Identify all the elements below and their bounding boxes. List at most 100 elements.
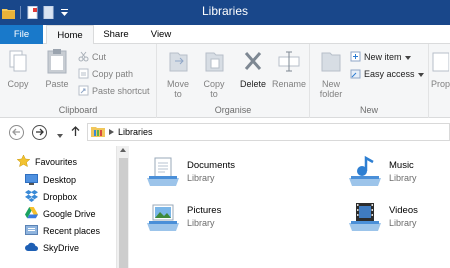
up-button[interactable]	[71, 126, 80, 139]
nav-google-drive-label: Google Drive	[43, 209, 96, 219]
nav-favourites[interactable]: Favourites	[16, 154, 78, 170]
star-icon	[16, 154, 31, 169]
clipboard-group: Copy Paste Cut Copy path Paste shortcut	[0, 44, 157, 118]
back-button[interactable]	[9, 125, 24, 140]
library-music-name: Music	[389, 160, 414, 171]
tab-share[interactable]: Share	[97, 25, 135, 44]
nav-favourites-label: Favourites	[35, 157, 78, 167]
new-group: New folder New item Easy access New	[310, 44, 429, 118]
nav-item-desktop[interactable]: Desktop	[25, 172, 76, 188]
rename-icon	[272, 47, 306, 77]
tab-home[interactable]: Home	[46, 25, 94, 45]
tab-file[interactable]: File	[0, 25, 43, 44]
desktop-icon	[25, 173, 38, 187]
organise-group: Move to Copy to Delete Rename Organise	[157, 44, 310, 118]
new-folder-big-icon	[316, 47, 346, 77]
new-folder-button[interactable]: New folder	[316, 47, 346, 99]
library-documents-text: Documents Library	[187, 159, 235, 185]
forward-button[interactable]	[32, 125, 47, 140]
title-bar: Libraries	[0, 0, 450, 25]
new-item-button[interactable]: New item	[350, 49, 411, 65]
dropbox-icon	[25, 190, 38, 204]
copy-button[interactable]: Copy	[6, 47, 30, 89]
library-pictures[interactable]: Pictures Library	[145, 199, 221, 235]
rename-button[interactable]: Rename	[272, 47, 306, 89]
clipboard-icon	[43, 47, 71, 77]
new-folder-label: New folder	[319, 79, 343, 99]
navigation-pane: Favourites Desktop Dropbox Google Drive …	[0, 146, 116, 268]
paste-shortcut-button[interactable]: Paste shortcut	[78, 83, 150, 99]
arrow-right-icon	[35, 128, 44, 138]
nav-item-skydrive[interactable]: SkyDrive	[25, 240, 79, 256]
library-pictures-text: Pictures Library	[187, 204, 221, 230]
library-videos[interactable]: Videos Library	[347, 199, 418, 235]
breadcrumb-libraries[interactable]: Libraries	[118, 127, 153, 137]
copy-path-icon	[78, 68, 89, 81]
move-to-label: Move to	[166, 79, 189, 99]
libraries-view: Documents Library Music Library Pictures…	[129, 146, 450, 268]
arrow-up-icon	[71, 126, 80, 139]
nav-pane-scrollbar[interactable]	[116, 146, 129, 268]
scroll-up-icon[interactable]	[120, 148, 126, 152]
library-music-kind: Library	[389, 173, 417, 183]
nav-dropbox-label: Dropbox	[43, 192, 78, 202]
recent-places-icon	[25, 224, 38, 238]
new-group-label: New	[359, 105, 378, 115]
paste-label: Paste	[45, 79, 69, 89]
move-to-icon	[165, 47, 191, 77]
pictures-library-icon	[145, 199, 181, 235]
copy-path-label: Copy path	[92, 69, 134, 79]
library-videos-name: Videos	[389, 205, 418, 216]
delete-button[interactable]: Delete	[238, 47, 268, 89]
copy-icon	[6, 47, 30, 77]
cut-button[interactable]: Cut	[78, 49, 106, 65]
copy-to-label: Copy to	[203, 79, 225, 99]
ribbon: Copy Paste Cut Copy path Paste shortcut	[0, 44, 450, 118]
organise-group-label: Organise	[214, 105, 252, 115]
nav-item-google-drive[interactable]: Google Drive	[25, 206, 96, 222]
paste-shortcut-label: Paste shortcut	[92, 86, 150, 96]
paste-button[interactable]: Paste	[43, 47, 71, 89]
copy-to-button[interactable]: Copy to	[201, 47, 227, 99]
tab-view[interactable]: View	[141, 25, 181, 44]
library-documents-kind: Library	[187, 173, 215, 183]
nav-recent-places-label: Recent places	[43, 226, 101, 236]
scissors-icon	[78, 51, 89, 64]
properties-button[interactable]: Prop	[431, 47, 450, 89]
address-bar[interactable]: Libraries	[87, 123, 450, 141]
nav-item-recent-places[interactable]: Recent places	[25, 223, 100, 239]
move-to-button[interactable]: Move to	[165, 47, 191, 99]
chevron-down-icon	[404, 52, 411, 62]
properties-label: Prop	[431, 79, 450, 89]
easy-access-button[interactable]: Easy access	[350, 66, 424, 82]
copy-path-button[interactable]: Copy path	[78, 66, 133, 82]
music-library-icon	[347, 154, 383, 190]
delete-label: Delete	[239, 79, 266, 89]
window-title: Libraries	[201, 4, 249, 18]
library-music[interactable]: Music Library	[347, 154, 417, 190]
recent-locations-dropdown[interactable]	[57, 130, 63, 140]
new-item-label: New item	[364, 52, 402, 62]
google-drive-icon	[25, 207, 38, 221]
copy-label: Copy	[7, 79, 29, 89]
paste-shortcut-icon	[78, 85, 89, 98]
new-item-icon	[350, 51, 361, 64]
library-documents[interactable]: Documents Library	[145, 154, 235, 190]
scrollbar-thumb[interactable]	[119, 158, 128, 268]
easy-access-icon	[350, 68, 361, 81]
delete-x-icon	[238, 47, 268, 77]
cut-label: Cut	[92, 52, 107, 62]
ribbon-tab-row: File Home Share View	[0, 25, 450, 45]
arrow-left-icon	[12, 128, 21, 138]
skydrive-cloud-icon	[25, 242, 38, 254]
nav-desktop-label: Desktop	[43, 175, 77, 185]
nav-item-dropbox[interactable]: Dropbox	[25, 189, 77, 205]
library-videos-kind: Library	[389, 218, 417, 228]
libraries-icon	[91, 125, 105, 139]
clipboard-group-label: Clipboard	[58, 105, 98, 115]
chevron-down-icon	[417, 69, 424, 79]
easy-access-label: Easy access	[364, 69, 415, 79]
library-pictures-name: Pictures	[187, 205, 222, 216]
library-music-text: Music Library	[389, 159, 417, 185]
videos-library-icon	[347, 199, 383, 235]
